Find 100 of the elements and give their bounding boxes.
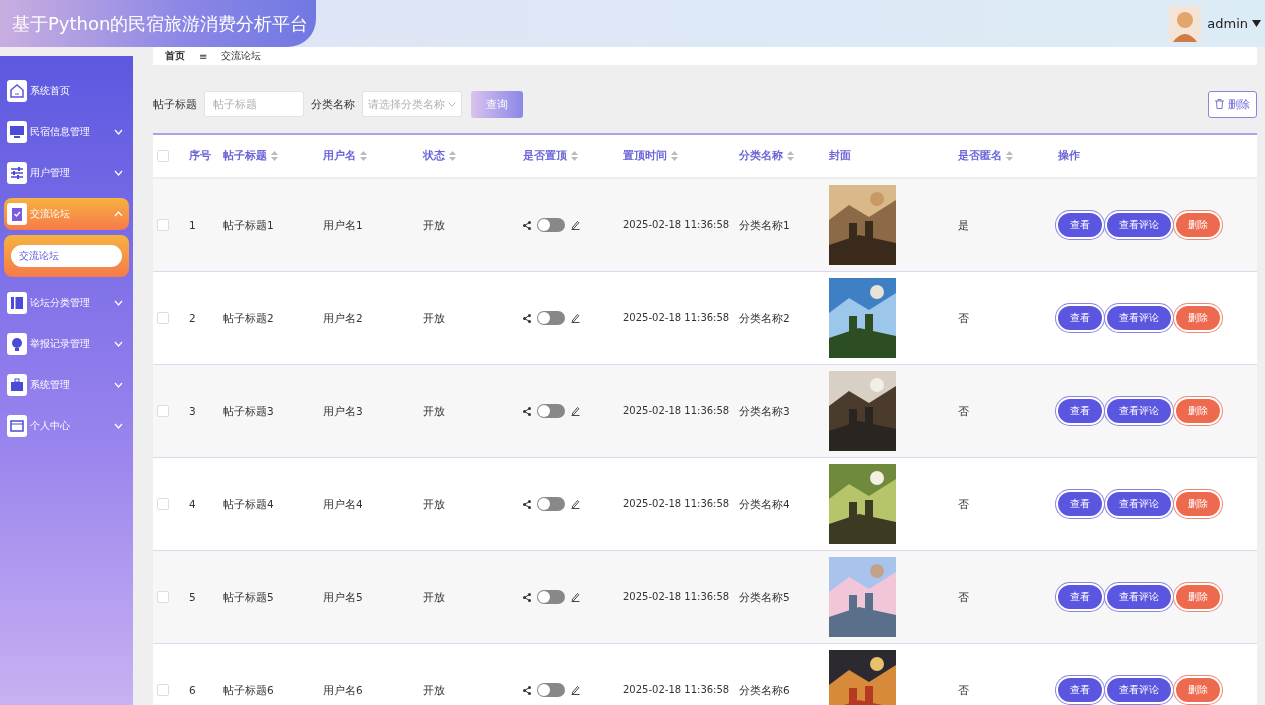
submenu-item[interactable]: 交流论坛 <box>11 245 122 267</box>
delete-button[interactable]: 删除 <box>1208 90 1257 118</box>
delete-row-button[interactable]: 删除 <box>1176 213 1220 237</box>
action-button[interactable]: 查看 <box>1058 213 1102 237</box>
home-icon <box>7 80 27 102</box>
sort-icon[interactable] <box>1006 151 1013 161</box>
column-header[interactable]: 用户名 <box>323 149 423 163</box>
breadcrumb-link[interactable]: 首页 <box>165 49 185 63</box>
sliders-icon <box>7 162 27 184</box>
menu-label: 系统管理 <box>30 378 71 392</box>
bulb-icon <box>7 333 27 355</box>
delete-row-button[interactable]: 删除 <box>1176 306 1220 330</box>
table-cell-text: 分类名称4 <box>739 497 791 511</box>
sort-icon[interactable] <box>671 151 678 161</box>
table-cell-text: 分类名称6 <box>739 683 791 697</box>
action-button[interactable]: 查看 <box>1058 399 1102 423</box>
pencil-icon[interactable] <box>571 313 580 323</box>
column-header[interactable]: 是否匿名 <box>958 149 1058 163</box>
pin-toggle[interactable] <box>537 683 565 697</box>
sidebar-item[interactable]: 系统管理 <box>4 369 129 401</box>
row-checkbox[interactable] <box>157 498 169 510</box>
pin-toggle[interactable] <box>537 404 565 418</box>
sidebar-item[interactable]: 民宿信息管理 <box>4 116 129 148</box>
briefcase-icon <box>7 374 27 396</box>
sort-icon[interactable] <box>449 151 456 161</box>
sort-icon[interactable] <box>271 151 278 161</box>
sort-icon[interactable] <box>360 151 367 161</box>
chevron-down-icon[interactable] <box>448 101 456 107</box>
pin-toggle[interactable] <box>537 590 565 604</box>
column-header[interactable]: 帖子标题 <box>223 149 323 163</box>
select-all-checkbox[interactable] <box>157 150 169 162</box>
share-icon[interactable] <box>523 499 531 509</box>
action-button[interactable]: 查看评论 <box>1107 306 1171 330</box>
user-name[interactable]: admin <box>1207 16 1248 31</box>
share-icon[interactable] <box>523 220 531 230</box>
column-header[interactable]: 状态 <box>423 149 523 163</box>
caret-icon[interactable] <box>1252 20 1261 27</box>
table-cell-text: 用户名2 <box>323 311 364 325</box>
sort-icon[interactable] <box>787 151 794 161</box>
pencil-icon[interactable] <box>571 685 580 695</box>
action-button[interactable]: 查看 <box>1058 492 1102 516</box>
column-header: 封面 <box>829 149 852 163</box>
delete-row-button[interactable]: 删除 <box>1176 678 1220 702</box>
pin-toggle[interactable] <box>537 497 565 511</box>
table-cell-text: 帖子标题6 <box>223 683 275 697</box>
table-cell-text: 否 <box>958 497 970 511</box>
menu-label: 论坛分类管理 <box>30 296 91 310</box>
action-button[interactable]: 查看评论 <box>1107 585 1171 609</box>
pencil-icon[interactable] <box>571 220 580 230</box>
sort-icon[interactable] <box>571 151 578 161</box>
table-cell-text: 分类名称3 <box>739 404 791 418</box>
delete-row-button[interactable]: 删除 <box>1176 585 1220 609</box>
table-cell-text: 2025-02-18 11:36:58 <box>623 683 731 697</box>
pencil-icon[interactable] <box>571 499 580 509</box>
table-cell-text: 2025-02-18 11:36:58 <box>623 311 731 325</box>
row-checkbox[interactable] <box>157 405 169 417</box>
share-icon[interactable] <box>523 313 531 323</box>
column-header[interactable]: 置顶时间 <box>623 149 739 163</box>
table-cell-text: 分类名称5 <box>739 590 791 604</box>
column-header[interactable]: 是否置顶 <box>523 149 623 163</box>
table-cell-text: 帖子标题1 <box>223 218 275 232</box>
action-button[interactable]: 查看评论 <box>1107 399 1171 423</box>
action-button[interactable]: 查看 <box>1058 678 1102 702</box>
share-icon[interactable] <box>523 406 531 416</box>
action-button[interactable]: 查看评论 <box>1107 213 1171 237</box>
pencil-icon[interactable] <box>571 592 580 602</box>
table-cell-text: 2025-02-18 11:36:58 <box>623 404 731 418</box>
share-icon[interactable] <box>523 592 531 602</box>
row-checkbox[interactable] <box>157 312 169 324</box>
table-cell-text: 分类名称1 <box>739 218 791 232</box>
sidebar-item[interactable]: 论坛分类管理 <box>4 287 129 319</box>
share-icon[interactable] <box>523 685 531 695</box>
menu-label: 系统首页 <box>30 84 71 98</box>
pencil-icon[interactable] <box>571 406 580 416</box>
column-header[interactable]: 分类名称 <box>739 149 829 163</box>
pin-toggle[interactable] <box>537 311 565 325</box>
table-cell-text: 用户名4 <box>323 497 364 511</box>
row-checkbox[interactable] <box>157 219 169 231</box>
action-button[interactable]: 查看 <box>1058 585 1102 609</box>
pin-toggle[interactable] <box>537 218 565 232</box>
sidebar-item[interactable]: 举报记录管理 <box>4 328 129 360</box>
column-header: 操作 <box>1058 149 1081 163</box>
row-checkbox[interactable] <box>157 591 169 603</box>
sidebar-item[interactable]: 系统首页 <box>4 75 129 107</box>
table-cell-text: 否 <box>958 404 970 418</box>
table-cell-text: 否 <box>958 683 970 697</box>
table-cell-text: 6 <box>189 683 197 697</box>
menu-label: 个人中心 <box>30 419 71 433</box>
column-header: 序号 <box>189 149 212 163</box>
title-field[interactable]: 帖子标题 <box>204 91 304 117</box>
delete-row-button[interactable]: 删除 <box>1176 399 1220 423</box>
delete-row-button[interactable]: 删除 <box>1176 492 1220 516</box>
action-button[interactable]: 查看 <box>1058 306 1102 330</box>
sidebar-item[interactable]: 用户管理 <box>4 157 129 189</box>
sidebar-item[interactable]: 个人中心 <box>4 410 129 442</box>
row-checkbox[interactable] <box>157 684 169 696</box>
avatar-icon[interactable] <box>1169 5 1202 42</box>
action-button[interactable]: 查看评论 <box>1107 678 1171 702</box>
action-button[interactable]: 查看评论 <box>1107 492 1171 516</box>
filter-label: 分类名称 <box>311 96 355 112</box>
